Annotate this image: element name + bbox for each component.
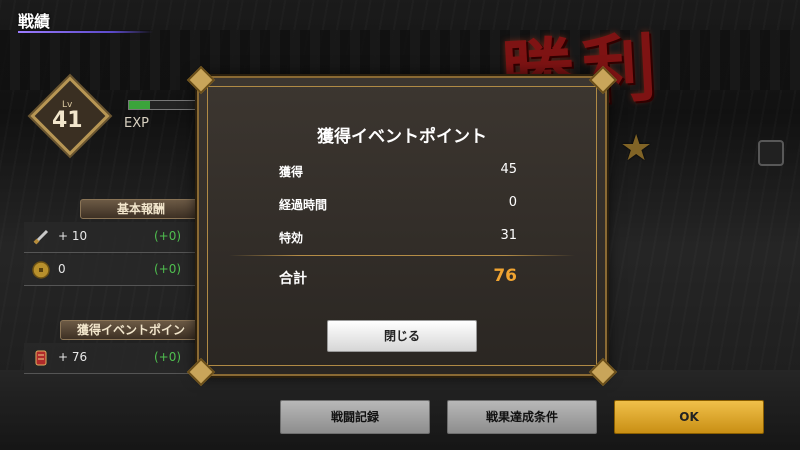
reward-value: + 76 — [58, 350, 88, 364]
points-row-label: 獲得 — [279, 165, 304, 179]
achievement-conditions-button[interactable]: 戦果達成条件 — [447, 400, 597, 434]
reward-delta: (+0) — [154, 262, 182, 276]
points-row-label: 経過時間 — [279, 198, 328, 212]
exp-bar — [128, 100, 200, 110]
close-button[interactable]: 閉じる — [327, 320, 477, 352]
points-row-value: 31 — [500, 228, 517, 243]
event-item-icon — [35, 350, 47, 366]
reward-row: + 76 (+0) — [24, 343, 200, 374]
points-row-value: 45 — [500, 162, 517, 177]
modal-title: 獲得イベントポイント — [317, 127, 487, 147]
battle-log-button[interactable]: 戦闘記録 — [280, 400, 430, 434]
total-label: 合計 — [279, 271, 307, 287]
total-divider — [229, 255, 575, 256]
points-row-value: 0 — [508, 195, 517, 210]
reward-value: 0 — [58, 262, 66, 276]
reward-value: + 10 — [58, 229, 88, 243]
exp-bar-fill — [129, 101, 150, 109]
sword-icon — [33, 229, 49, 245]
level-value: 41 — [52, 108, 83, 133]
total-value: 76 — [493, 266, 517, 286]
coin-icon — [32, 261, 50, 279]
event-rewards-header: 獲得イベントポイン — [60, 320, 202, 340]
screen-title: 戦績 — [18, 12, 51, 31]
ok-button[interactable]: OK — [614, 400, 764, 434]
exp-label: EXP — [124, 116, 149, 131]
title-underline — [18, 31, 153, 33]
reward-row: 0 (+0) — [24, 255, 200, 286]
reward-row: + 10 (+0) — [24, 222, 200, 253]
reward-delta: (+0) — [154, 229, 182, 243]
points-row-label: 特効 — [279, 231, 304, 245]
reward-delta: (+0) — [154, 350, 182, 364]
event-points-modal: 獲得イベントポイント 獲得 45 経過時間 0 特効 31 合計 76 閉じる — [186, 65, 618, 387]
basic-rewards-header: 基本報酬 — [80, 199, 202, 219]
